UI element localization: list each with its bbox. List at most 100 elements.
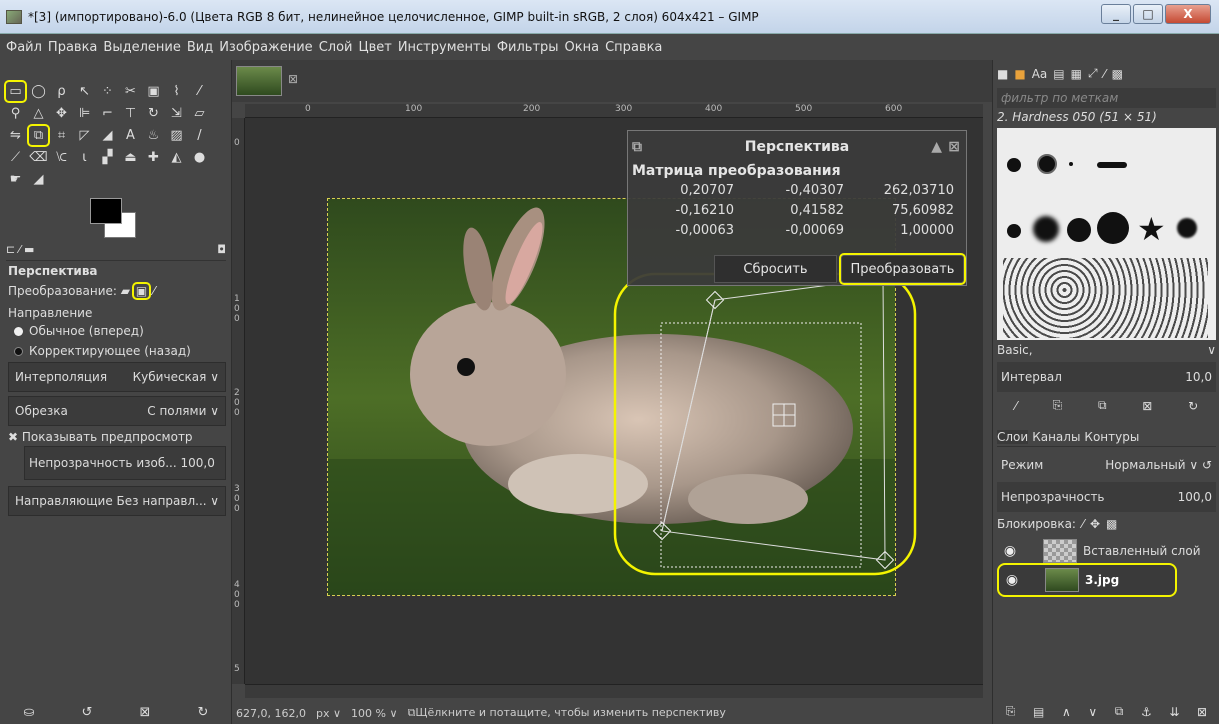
menu-edit[interactable]: Правка bbox=[48, 40, 97, 55]
brush-dock-tabs[interactable]: ■ ■ Aa ▤ ▦ ⤢ ⁄ ▩ bbox=[997, 66, 1216, 81]
pencil-tool-icon[interactable]: / bbox=[190, 126, 209, 145]
transform-selection-icon[interactable]: ▣ bbox=[131, 282, 152, 300]
align-tool-icon[interactable]: ⊫ bbox=[75, 104, 94, 123]
scissors-tool-icon[interactable]: ✂ bbox=[121, 82, 140, 101]
new-group-icon[interactable]: ▤ bbox=[1033, 705, 1044, 719]
zoom-tool-icon[interactable]: ⚲ bbox=[6, 104, 25, 123]
brush-item[interactable] bbox=[1097, 212, 1129, 244]
paint-tab-icon[interactable]: ⁄ bbox=[1104, 67, 1106, 81]
brushes-tab-icon[interactable]: ■ bbox=[997, 67, 1008, 81]
layers-tab[interactable]: Слои bbox=[997, 429, 1029, 444]
transform-layer-icon[interactable]: ▰ bbox=[121, 284, 130, 298]
delete-layer-icon[interactable]: ⊠ bbox=[1197, 705, 1207, 719]
layer-row-selected[interactable]: ◉ 3.jpg bbox=[997, 563, 1177, 597]
delete-brush-icon[interactable]: ⊠ bbox=[1142, 399, 1152, 413]
lock-pixels-icon[interactable]: ⁄ bbox=[1082, 517, 1084, 531]
brush-item[interactable] bbox=[1069, 162, 1073, 166]
new-brush-icon[interactable]: ⎘ bbox=[1053, 398, 1063, 413]
minimize-button[interactable]: _ bbox=[1101, 4, 1131, 24]
interpolation-combo[interactable]: Интерполяция Кубическая ∨ bbox=[8, 362, 226, 392]
crop-tool-icon[interactable]: ⌐ bbox=[98, 104, 117, 123]
document-history-icon[interactable]: ▤ bbox=[1053, 67, 1064, 81]
clone-tool-icon[interactable]: ⏏ bbox=[121, 148, 140, 167]
unit-select[interactable]: px ∨ bbox=[316, 707, 341, 720]
close-button[interactable]: X bbox=[1165, 4, 1211, 24]
text-tool-icon[interactable]: A bbox=[121, 126, 140, 145]
mode-combo[interactable]: Режим Нормальный ∨ ↺ bbox=[997, 450, 1216, 480]
close-tab-icon[interactable]: ⊠ bbox=[288, 72, 298, 86]
direction-backward-radio[interactable]: Корректирующее (назад) bbox=[14, 344, 191, 358]
brush-item[interactable] bbox=[1097, 162, 1127, 168]
spacing-spinner[interactable]: Интервал 10,0 bbox=[997, 362, 1216, 392]
foreground-select-tool-icon[interactable]: ▣ bbox=[144, 82, 163, 101]
warp-tool-icon[interactable]: ◸ bbox=[75, 126, 94, 145]
ellipse-select-tool-icon[interactable]: ◯ bbox=[29, 82, 48, 101]
duplicate-layer-icon[interactable]: ⧉ bbox=[1115, 704, 1124, 719]
menu-image[interactable]: Изображение bbox=[219, 40, 312, 55]
layer-opacity-spinner[interactable]: Непрозрачность 100,0 bbox=[997, 482, 1216, 512]
tag-filter-input[interactable]: фильтр по меткам bbox=[997, 88, 1216, 108]
star-brush-icon[interactable]: ★ bbox=[1137, 210, 1166, 248]
refresh-brushes-icon[interactable]: ↻ bbox=[1188, 399, 1198, 413]
reset-options-icon[interactable]: ↻ bbox=[198, 705, 209, 720]
horizontal-scrollbar[interactable] bbox=[245, 684, 983, 698]
measure-tool-icon[interactable]: △ bbox=[29, 104, 48, 123]
menu-windows[interactable]: Окна bbox=[565, 40, 600, 55]
menu-help[interactable]: Справка bbox=[605, 40, 662, 55]
paths-tab[interactable]: Контуры bbox=[1084, 430, 1139, 444]
flip-tool-icon[interactable]: ⇋ bbox=[6, 126, 25, 145]
lock-position-icon[interactable]: ✥ bbox=[1090, 517, 1100, 531]
horizontal-ruler[interactable]: 0 100 200 300 400 500 600 bbox=[245, 104, 983, 118]
raise-layer-icon[interactable]: ∧ bbox=[1062, 705, 1071, 719]
zoom-select[interactable]: 100 % ∨ bbox=[351, 707, 398, 720]
color-select-tool-icon[interactable]: ⁘ bbox=[98, 82, 117, 101]
menu-layer[interactable]: Слой bbox=[319, 40, 353, 55]
move-tool-icon[interactable]: ✥ bbox=[52, 104, 71, 123]
direction-forward-radio[interactable]: Обычное (вперед) bbox=[14, 324, 144, 338]
brush-item[interactable] bbox=[1007, 158, 1021, 172]
patterns-tab-icon[interactable]: ■ bbox=[1014, 67, 1025, 81]
heal-tool-icon[interactable]: ✚ bbox=[144, 148, 163, 167]
mypaint-brush-tool-icon[interactable]: ▞ bbox=[98, 148, 117, 167]
brush-item[interactable] bbox=[1037, 154, 1057, 174]
menu-view[interactable]: Вид bbox=[187, 40, 213, 55]
ink-tool-icon[interactable]: ɩ bbox=[75, 148, 94, 167]
panel-menu-icon[interactable]: ◘ bbox=[217, 243, 226, 256]
clipping-combo[interactable]: Обрезка С полями ∨ bbox=[8, 396, 226, 426]
transform-button[interactable]: Преобразовать bbox=[839, 253, 966, 285]
brush-item[interactable] bbox=[1007, 224, 1021, 238]
menu-select[interactable]: Выделение bbox=[103, 40, 180, 55]
delete-options-icon[interactable]: ⊠ bbox=[140, 705, 151, 720]
close-icon[interactable]: ⊠ bbox=[948, 139, 960, 155]
lasso-tool-icon[interactable]: ρ bbox=[52, 82, 71, 101]
cage-tool-icon[interactable]: ⌗ bbox=[52, 126, 71, 145]
color-picker-tool-icon[interactable]: ⁄ bbox=[190, 82, 209, 101]
brush-item[interactable] bbox=[1177, 218, 1197, 238]
shear-tool-icon[interactable]: ▱ bbox=[190, 104, 209, 123]
color-swatches[interactable] bbox=[90, 198, 142, 242]
new-layer-icon[interactable]: ⎘ bbox=[1006, 704, 1016, 719]
channels-tab[interactable]: Каналы bbox=[1032, 430, 1080, 444]
menu-tools[interactable]: Инструменты bbox=[398, 40, 491, 55]
scale-tool-icon[interactable]: ⇲ bbox=[167, 104, 186, 123]
paths-tool-icon[interactable]: ⌇ bbox=[167, 82, 186, 101]
lower-layer-icon[interactable]: ∨ bbox=[1088, 705, 1097, 719]
bucket-fill-tool-icon[interactable]: ♨ bbox=[144, 126, 163, 145]
menu-file[interactable]: Файл bbox=[6, 40, 42, 55]
brush-item[interactable] bbox=[1033, 216, 1059, 242]
maximize-button[interactable]: □ bbox=[1133, 4, 1163, 24]
gradient-tool-icon[interactable]: ▨ bbox=[167, 126, 186, 145]
pin-icon[interactable]: ▲ bbox=[931, 139, 942, 155]
fonts-tab-icon[interactable]: Aa bbox=[1032, 67, 1048, 81]
merge-layer-icon[interactable]: ⇊ bbox=[1169, 705, 1179, 719]
anchor-layer-icon[interactable]: ⚓ bbox=[1141, 705, 1152, 719]
rotate-tool-icon[interactable]: ↻ bbox=[144, 104, 163, 123]
save-options-icon[interactable]: ⛀ bbox=[24, 705, 35, 720]
handle-transform-tool-icon[interactable]: ◢ bbox=[98, 126, 117, 145]
lock-alpha-icon[interactable]: ▩ bbox=[1106, 517, 1117, 531]
foreground-color-swatch[interactable] bbox=[90, 198, 122, 224]
reset-button[interactable]: Сбросить bbox=[714, 255, 837, 283]
menu-colors[interactable]: Цвет bbox=[358, 40, 391, 55]
brush-item[interactable] bbox=[1067, 218, 1091, 242]
perspective-tool-icon[interactable]: ⧉ bbox=[27, 124, 50, 147]
